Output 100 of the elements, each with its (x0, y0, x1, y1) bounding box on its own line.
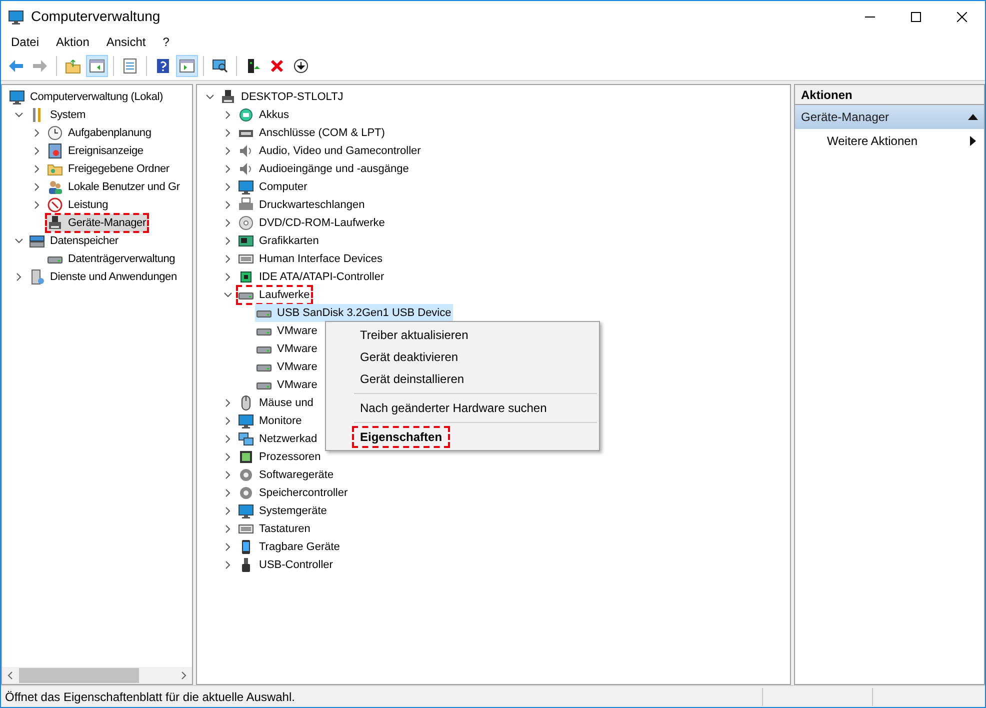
chevron-right-icon[interactable] (224, 111, 232, 119)
tree-item[interactable]: Netzwerkad (237, 430, 320, 448)
forward-arrow-icon (32, 58, 48, 74)
context-menu-item[interactable]: Treiber aktualisieren (352, 324, 476, 346)
tree-item[interactable]: Aufgabenplanung (46, 124, 154, 142)
chevron-right-icon[interactable] (224, 273, 232, 281)
tree-item[interactable]: Freigegebene Ordner (46, 160, 172, 178)
tree-item[interactable]: Softwaregeräte (237, 466, 336, 484)
chevron-right-icon[interactable] (224, 183, 232, 191)
collapse-arrow-icon (968, 114, 978, 120)
chevron-right-icon[interactable] (33, 147, 41, 155)
menu-item[interactable]: Ansicht (98, 32, 154, 52)
tree-item[interactable]: VMware (255, 322, 320, 340)
tree-item[interactable]: Audioeingänge und -ausgänge (237, 160, 411, 178)
tree-item[interactable]: System (28, 106, 88, 124)
context-menu-item[interactable]: Nach geänderter Hardware suchen (352, 397, 555, 419)
delete-icon (269, 58, 285, 74)
chevron-down-icon[interactable] (224, 291, 232, 299)
chevron-right-icon[interactable] (224, 165, 232, 173)
tree-item[interactable]: DVD/CD-ROM-Laufwerke (237, 214, 387, 232)
log-book-icon (47, 143, 63, 159)
chevron-right-icon[interactable] (224, 255, 232, 263)
chevron-right-icon[interactable] (224, 543, 232, 551)
chevron-right-icon[interactable] (224, 525, 232, 533)
chevron-right-icon[interactable] (224, 201, 232, 209)
tree-item[interactable]: IDE ATA/ATAPI-Controller (237, 268, 386, 286)
chevron-down-icon[interactable] (206, 93, 214, 101)
chevron-right-icon[interactable] (224, 489, 232, 497)
processor-icon (238, 449, 254, 465)
chevron-down-icon[interactable] (15, 237, 23, 245)
chevron-right-icon[interactable] (224, 237, 232, 245)
chevron-right-icon[interactable] (224, 507, 232, 515)
window-title: Computerverwaltung (31, 7, 160, 26)
chevron-right-icon[interactable] (33, 201, 41, 209)
chevron-down-icon[interactable] (15, 111, 23, 119)
tree-item[interactable]: Prozessoren (237, 448, 323, 466)
tree-item[interactable]: Tragbare Geräte (237, 538, 342, 556)
monitor-icon (9, 89, 25, 105)
context-menu-item[interactable]: Gerät deinstallieren (352, 368, 472, 390)
tree-item[interactable]: Geräte-Manager (46, 214, 148, 232)
gear-icon (238, 485, 254, 501)
speaker-icon (238, 161, 254, 177)
tree-item[interactable]: Akkus (237, 106, 291, 124)
tree-item[interactable]: Ereignisanzeige (46, 142, 146, 160)
tree-pane-icon (89, 58, 105, 74)
chevron-right-icon[interactable] (33, 183, 41, 191)
chevron-right-icon[interactable] (224, 417, 232, 425)
chevron-right-icon[interactable] (224, 219, 232, 227)
tree-item[interactable]: Dienste und Anwendungen (28, 268, 179, 286)
tree-item[interactable]: USB-Controller (237, 556, 335, 574)
tree-item[interactable]: Computer (237, 178, 310, 196)
menu-item[interactable]: Datei (3, 32, 48, 52)
tree-item[interactable]: VMware (255, 358, 320, 376)
status-text: Öffnet das Eigenschaftenblatt für die aktuelle Auswahl. (1, 688, 763, 706)
tree-item[interactable]: Leistung (46, 196, 110, 214)
tree-item[interactable]: Grafikkarten (237, 232, 321, 250)
chevron-right-icon[interactable] (224, 129, 232, 137)
tree-item[interactable]: USB SanDisk 3.2Gen1 USB Device (255, 304, 454, 322)
tree-item[interactable]: DESKTOP-STLOLTJ (219, 88, 346, 106)
download-icon (293, 58, 309, 74)
chevron-right-icon[interactable] (224, 471, 232, 479)
context-menu-item[interactable]: Gerät deaktivieren (352, 346, 466, 368)
tree-item[interactable]: Datenspeicher (28, 232, 120, 250)
chevron-right-icon[interactable] (33, 165, 41, 173)
chevron-right-icon[interactable] (224, 399, 232, 407)
tree-item[interactable]: Systemgeräte (237, 502, 329, 520)
actions-section-header[interactable]: Geräte-Manager (795, 105, 984, 129)
chevron-right-icon[interactable] (224, 561, 232, 569)
chevron-right-icon[interactable] (224, 147, 232, 155)
action-pane-icon (179, 58, 195, 74)
tree-item[interactable]: Speichercontroller (237, 484, 350, 502)
clock-icon (47, 125, 63, 141)
context-menu-item[interactable]: Eigenschaften (352, 426, 450, 448)
speaker-icon (238, 143, 254, 159)
action-link[interactable]: Weitere Aktionen (795, 129, 984, 153)
tree-item[interactable]: Lokale Benutzer und Gr (46, 178, 182, 196)
tree-item[interactable]: Tastaturen (237, 520, 312, 538)
chevron-right-icon[interactable] (15, 273, 23, 281)
users-icon (47, 179, 63, 195)
network-icon (238, 431, 254, 447)
tree-item[interactable]: Computerverwaltung (Lokal) (8, 88, 165, 106)
monitor-icon (238, 413, 254, 429)
server-icon (29, 269, 45, 285)
chevron-right-icon[interactable] (224, 435, 232, 443)
horizontal-scrollbar[interactable] (2, 667, 192, 684)
tree-item[interactable]: Mäuse und (237, 394, 316, 412)
monitor-icon (238, 179, 254, 195)
tree-item[interactable]: Anschlüsse (COM & LPT) (237, 124, 387, 142)
tree-item[interactable]: Datenträgerverwaltung (46, 250, 178, 268)
tree-item[interactable]: Monitore (237, 412, 304, 430)
tree-item[interactable]: Laufwerke (237, 286, 312, 304)
tree-item[interactable]: Human Interface Devices (237, 250, 384, 268)
chevron-right-icon[interactable] (224, 453, 232, 461)
tree-item[interactable]: VMware (255, 340, 320, 358)
menu-item[interactable]: ? (154, 32, 178, 52)
tree-item[interactable]: VMware (255, 376, 320, 394)
tree-item[interactable]: Druckwarteschlangen (237, 196, 367, 214)
menu-item[interactable]: Aktion (48, 32, 98, 52)
tree-item[interactable]: Audio, Video und Gamecontroller (237, 142, 423, 160)
chevron-right-icon[interactable] (33, 129, 41, 137)
